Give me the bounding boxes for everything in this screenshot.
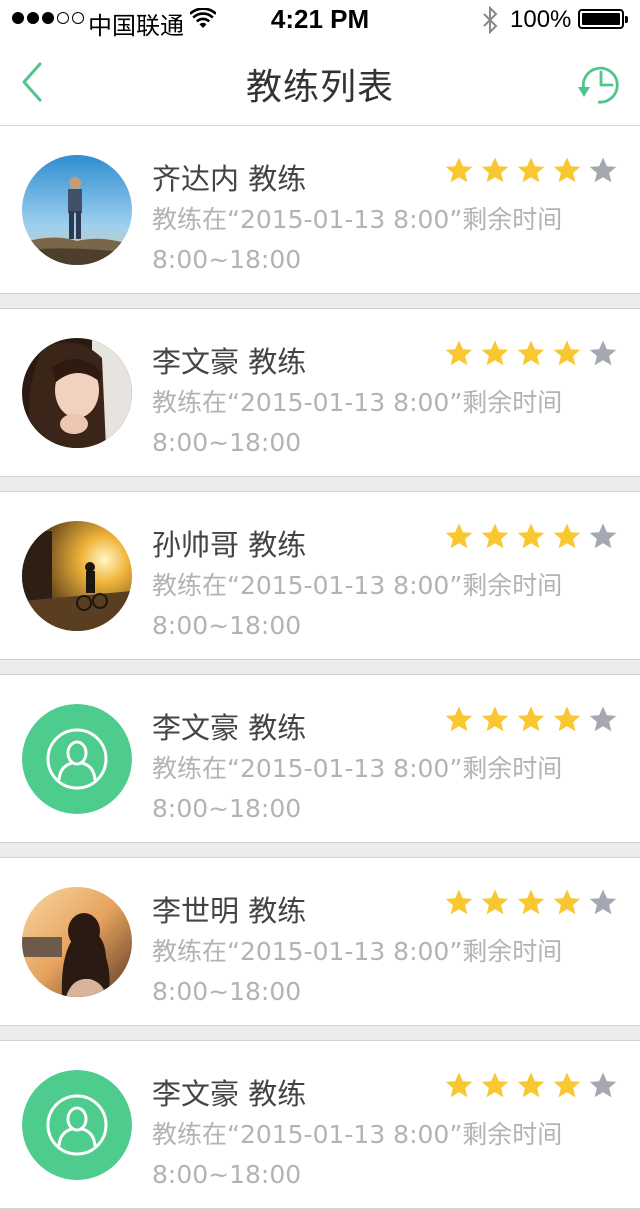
star-filled-icon [517, 1072, 545, 1098]
star-filled-icon [553, 340, 581, 366]
star-empty-icon [589, 340, 617, 366]
star-filled-icon [481, 157, 509, 183]
list-separator [0, 1026, 640, 1041]
star-filled-icon [445, 523, 473, 549]
star-filled-icon [517, 706, 545, 732]
star-empty-icon [589, 157, 617, 183]
coach-availability: 教练在“2015-01-13 8:00”剩余时间 8:00~18:00 [152, 932, 562, 1012]
coach-card[interactable]: 李文豪 教练 教练在“2015-01-13 8:00”剩余时间 8:00~18:… [0, 675, 640, 843]
star-filled-icon [517, 340, 545, 366]
page-title: 教练列表 [245, 67, 394, 108]
star-filled-icon [445, 889, 473, 915]
coach-availability: 教练在“2015-01-13 8:00”剩余时间 8:00~18:00 [152, 200, 562, 280]
coach-avatar-photo [22, 338, 132, 448]
coach-availability: 教练在“2015-01-13 8:00”剩余时间 8:00~18:00 [152, 383, 562, 463]
default-user-icon [22, 704, 132, 814]
star-filled-icon [445, 706, 473, 732]
coach-rating [444, 705, 618, 735]
star-filled-icon [517, 889, 545, 915]
star-filled-icon [553, 523, 581, 549]
coach-card[interactable]: 李文豪 教练 教练在“2015-01-13 8:00”剩余时间 8:00~18:… [0, 1041, 640, 1209]
navigation-bar: 教练列表 [0, 40, 640, 126]
star-empty-icon [589, 889, 617, 915]
bluetooth-icon [483, 6, 498, 34]
battery-percent: 100% [510, 6, 572, 33]
coach-rating [444, 339, 618, 369]
availability-time: 8:00~18:00 [152, 977, 302, 1006]
star-filled-icon [553, 1072, 581, 1098]
default-user-icon [22, 1070, 132, 1180]
list-separator [0, 294, 640, 309]
star-empty-icon [589, 1072, 617, 1098]
coach-avatar-photo [22, 155, 132, 265]
availability-time: 8:00~18:00 [152, 428, 302, 457]
availability-date: 教练在“2015-01-13 8:00”剩余时间 [152, 205, 563, 234]
coach-name: 齐达内 教练 [152, 162, 307, 196]
coach-name: 李文豪 教练 [152, 345, 307, 379]
coach-name: 孙帅哥 教练 [152, 528, 307, 562]
star-filled-icon [481, 340, 509, 366]
coach-list: 齐达内 教练 教练在“2015-01-13 8:00”剩余时间 8:00~18:… [0, 126, 640, 1209]
coach-avatar-photo [22, 521, 132, 631]
coach-availability: 教练在“2015-01-13 8:00”剩余时间 8:00~18:00 [152, 1115, 562, 1195]
star-filled-icon [481, 706, 509, 732]
battery-icon [578, 9, 628, 29]
coach-name: 李文豪 教练 [152, 711, 307, 745]
list-separator [0, 843, 640, 858]
coach-card[interactable]: 孙帅哥 教练 教练在“2015-01-13 8:00”剩余时间 8:00~18:… [0, 492, 640, 660]
star-filled-icon [553, 157, 581, 183]
star-filled-icon [445, 340, 473, 366]
list-separator [0, 660, 640, 675]
availability-date: 教练在“2015-01-13 8:00”剩余时间 [152, 937, 563, 966]
availability-date: 教练在“2015-01-13 8:00”剩余时间 [152, 388, 563, 417]
availability-time: 8:00~18:00 [152, 245, 302, 274]
star-filled-icon [481, 1072, 509, 1098]
coach-rating [444, 522, 618, 552]
availability-time: 8:00~18:00 [152, 794, 302, 823]
coach-name: 李文豪 教练 [152, 1077, 307, 1111]
coach-availability: 教练在“2015-01-13 8:00”剩余时间 8:00~18:00 [152, 566, 562, 646]
availability-date: 教练在“2015-01-13 8:00”剩余时间 [152, 1120, 563, 1149]
availability-date: 教练在“2015-01-13 8:00”剩余时间 [152, 754, 563, 783]
availability-time: 8:00~18:00 [152, 611, 302, 640]
coach-availability: 教练在“2015-01-13 8:00”剩余时间 8:00~18:00 [152, 749, 562, 829]
coach-card[interactable]: 李文豪 教练 教练在“2015-01-13 8:00”剩余时间 8:00~18:… [0, 309, 640, 477]
coach-avatar-photo [22, 887, 132, 997]
star-filled-icon [517, 523, 545, 549]
coach-card[interactable]: 齐达内 教练 教练在“2015-01-13 8:00”剩余时间 8:00~18:… [0, 126, 640, 294]
availability-time: 8:00~18:00 [152, 1160, 302, 1189]
star-filled-icon [445, 1072, 473, 1098]
coach-card[interactable]: 李世明 教练 教练在“2015-01-13 8:00”剩余时间 8:00~18:… [0, 858, 640, 1026]
star-filled-icon [481, 889, 509, 915]
coach-rating [444, 888, 618, 918]
clock-history-icon[interactable] [576, 60, 626, 110]
availability-date: 教练在“2015-01-13 8:00”剩余时间 [152, 571, 563, 600]
star-filled-icon [445, 157, 473, 183]
star-filled-icon [553, 706, 581, 732]
coach-name: 李世明 教练 [152, 894, 307, 928]
star-empty-icon [589, 706, 617, 732]
coach-rating [444, 1071, 618, 1101]
star-filled-icon [553, 889, 581, 915]
list-separator [0, 477, 640, 492]
star-filled-icon [517, 157, 545, 183]
status-bar: 中国联通 4:21 PM 100% [0, 0, 640, 40]
star-empty-icon [589, 523, 617, 549]
star-filled-icon [481, 523, 509, 549]
coach-rating [444, 156, 618, 186]
